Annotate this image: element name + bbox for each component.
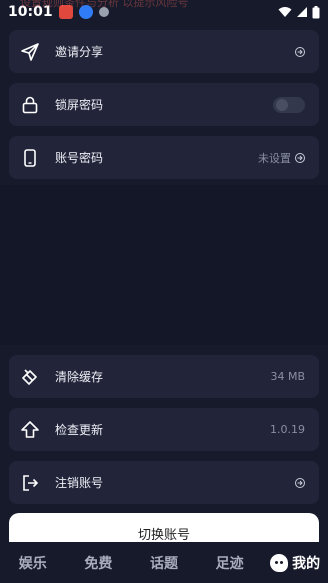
- status-system-icons: [278, 5, 320, 19]
- invite-share-item[interactable]: 邀请分享: [9, 30, 319, 73]
- lock-password-toggle[interactable]: [273, 96, 305, 113]
- account-password-item[interactable]: 账号密码 未设置: [9, 136, 319, 179]
- cache-size: 34 MB: [270, 370, 305, 383]
- bottom-nav: 娱乐 免费 话题 足迹 我的: [0, 542, 328, 583]
- logout-icon: [19, 472, 41, 494]
- status-ghost-text: 设置规则条件与分析 以提示风险号: [20, 0, 189, 9]
- invite-share-label: 邀请分享: [55, 45, 104, 59]
- logout-account-label: 注销账号: [55, 476, 104, 490]
- nav-item-entertainment[interactable]: 娱乐: [0, 553, 66, 573]
- chevron-right-icon: [295, 152, 305, 163]
- check-update-item[interactable]: 检查更新 1.0.19: [9, 408, 319, 451]
- nav-item-free[interactable]: 免费: [66, 553, 132, 573]
- clear-cache-label: 清除缓存: [55, 370, 104, 384]
- empty-section: [0, 185, 328, 345]
- chevron-right-icon: [295, 46, 305, 57]
- logout-account-item[interactable]: 注销账号: [9, 461, 319, 504]
- nav-item-topics[interactable]: 话题: [131, 553, 197, 573]
- phone-icon: [19, 147, 41, 169]
- clear-cache-item[interactable]: 清除缓存 34 MB: [9, 355, 319, 398]
- toggle-knob: [276, 98, 288, 111]
- wifi-icon: [278, 7, 292, 17]
- upload-arrow-icon: [19, 419, 41, 441]
- nav-item-history[interactable]: 足迹: [197, 553, 263, 573]
- account-password-label: 账号密码: [55, 151, 104, 165]
- lock-password-item: 锁屏密码: [9, 83, 319, 126]
- signal-icon: [297, 7, 307, 17]
- profile-face-icon: [270, 553, 289, 572]
- lock-password-label: 锁屏密码: [55, 98, 104, 112]
- account-password-status: 未设置: [258, 151, 291, 165]
- battery-icon: [312, 5, 320, 18]
- status-bar: 设置规则条件与分析 以提示风险号 10:01: [0, 0, 328, 24]
- eraser-icon: [19, 366, 41, 388]
- app-version: 1.0.19: [270, 423, 305, 436]
- lock-icon: [19, 94, 41, 116]
- nav-item-mine[interactable]: 我的: [262, 553, 328, 573]
- chevron-right-icon: [295, 477, 305, 488]
- paper-plane-icon: [19, 41, 41, 63]
- nav-item-mine-label: 我的: [292, 555, 321, 572]
- check-update-label: 检查更新: [55, 423, 104, 437]
